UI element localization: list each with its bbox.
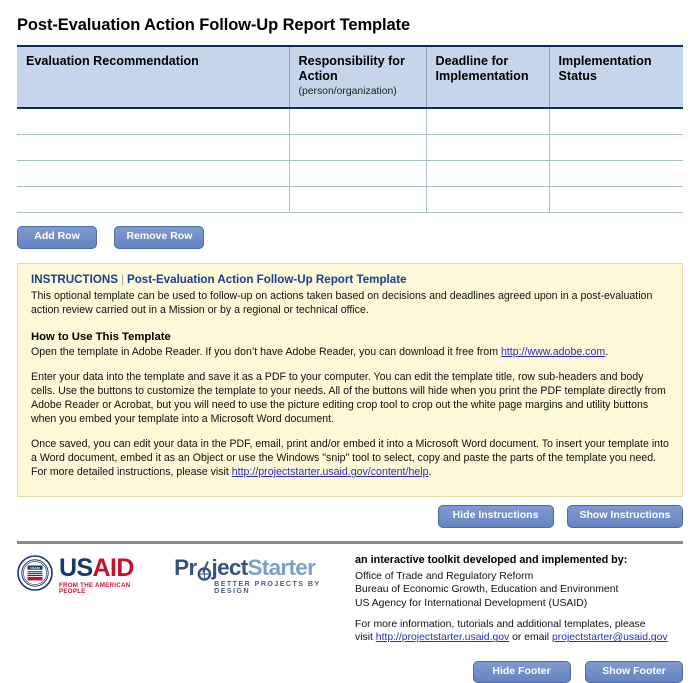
show-instructions-button[interactable]: Show Instructions (567, 505, 683, 528)
template-page: Post-Evaluation Action Follow-Up Report … (0, 0, 700, 683)
table-row (17, 160, 683, 187)
cell-deadline[interactable] (425, 107, 549, 135)
row-controls: Add Row Remove Row (17, 213, 683, 263)
cell-evaluation-recommendation[interactable] (17, 134, 289, 161)
usaid-logo: USAID USAID FROM THE AMERICAN PEOPLE (17, 554, 149, 596)
cell-deadline[interactable] (425, 134, 549, 161)
recommendations-table: Evaluation Recommendation Responsibility… (17, 45, 683, 213)
help-link[interactable]: http://projectstarter.usaid.gov/content/… (232, 466, 429, 478)
table-body (17, 107, 683, 213)
paragraph-3-end: . (428, 466, 432, 479)
usaid-tagline: FROM THE AMERICAN PEOPLE (59, 581, 131, 595)
instructions-label: INSTRUCTIONS (31, 272, 118, 286)
column-header-deadline-for-implementation[interactable]: Deadline for Implementation (425, 45, 549, 109)
column-header-sublabel: (person/organization) (298, 85, 397, 97)
instructions-intro: This optional template can be used to fo… (31, 289, 653, 316)
cell-responsibility[interactable] (288, 107, 426, 135)
visit-prefix: visit (355, 632, 376, 644)
usaid-wordmark: USAID FROM THE AMERICAN PEOPLE (53, 554, 149, 595)
footer-heading: an interactive toolkit developed and imp… (355, 553, 628, 566)
projectstarter-email-link[interactable]: projectstarter@usaid.gov (552, 632, 668, 643)
cell-responsibility[interactable] (288, 186, 426, 213)
cell-status[interactable] (548, 186, 683, 213)
footer-text: an interactive toolkit developed and imp… (347, 553, 683, 645)
column-header-responsibility-for-action[interactable]: Responsibility for Action (person/organi… (288, 45, 426, 109)
footer-divider (17, 540, 683, 544)
table-row (17, 134, 683, 161)
instructions-paragraph-1: Open the template in Adobe Reader. If yo… (31, 346, 669, 364)
paragraph-1-end: . (605, 346, 609, 359)
cell-status[interactable] (548, 134, 683, 161)
footer-org-line: US Agency for International Development … (355, 597, 588, 609)
footer-controls: Hide Footer Show Footer (17, 645, 683, 683)
cell-evaluation-recommendation[interactable] (17, 107, 289, 135)
projectstarter-url-link[interactable]: http://projectstarter.usaid.gov (376, 632, 509, 643)
adobe-link[interactable]: http://www.adobe.com (501, 346, 605, 358)
table-row (17, 186, 683, 213)
instructions-heading: INSTRUCTIONS | Post-Evaluation Action Foll… (31, 273, 669, 290)
table-row (17, 107, 683, 135)
column-header-label: Responsibility for Action (298, 54, 405, 83)
instructions-controls: Hide Instructions Show Instructions (17, 497, 683, 534)
cell-status[interactable] (548, 160, 683, 187)
footer-org-line: Office of Trade and Regulatory Reform (355, 570, 534, 582)
how-to-heading: How to Use This Template (31, 331, 171, 344)
usaid-seal-icon: USAID (17, 554, 53, 596)
cell-evaluation-recommendation[interactable] (17, 186, 289, 213)
usaid-wordmark-text: USAID (59, 554, 134, 582)
or-email-text: or email (509, 632, 552, 644)
column-header-label: Deadline for Implementation (435, 54, 529, 83)
footer-org-line: Bureau of Economic Growth, Education and… (355, 584, 619, 596)
footer-contact-line-2: visit http://projectstarter.usaid.gov or… (355, 631, 683, 644)
ps-word-pr: Pr (174, 554, 197, 580)
column-header-label: Implementation Status (558, 54, 652, 83)
hide-instructions-button[interactable]: Hide Instructions (437, 505, 554, 528)
footer-contact-line-1: For more information, tutorials and addi… (355, 619, 646, 631)
recommendations-table-wrapper: Evaluation Recommendation Responsibility… (17, 45, 683, 213)
hide-footer-button[interactable]: Hide Footer (472, 660, 571, 683)
add-row-button[interactable]: Add Row (17, 225, 97, 249)
usaid-word-aid: AID (92, 553, 135, 582)
footer-logos: USAID USAID FROM THE AMERICAN PEOPLE Pr j… (17, 553, 347, 596)
column-header-label: Evaluation Recommendation (26, 54, 199, 68)
page-title: Post-Evaluation Action Follow-Up Report … (17, 16, 411, 34)
column-header-evaluation-recommendation[interactable]: Evaluation Recommendation (17, 45, 289, 109)
remove-row-button[interactable]: Remove Row (114, 225, 205, 249)
instructions-paragraph-3: Once saved, you can edit your data in th… (31, 438, 669, 484)
cell-deadline[interactable] (425, 186, 549, 213)
ps-word-starter: Starter (247, 554, 316, 580)
table-header-row: Evaluation Recommendation Responsibility… (17, 45, 683, 109)
instructions-paragraph-2: Enter your data into the template and sa… (31, 371, 666, 426)
projectstarter-wordmark: Pr jectStarter (174, 554, 347, 581)
footer: USAID USAID FROM THE AMERICAN PEOPLE Pr j… (17, 553, 683, 645)
cell-responsibility[interactable] (288, 160, 426, 187)
cell-status[interactable] (548, 107, 683, 135)
cell-responsibility[interactable] (288, 134, 426, 161)
paragraph-1-text: Open the template in Adobe Reader. If yo… (31, 346, 501, 359)
projectstarter-logo: Pr jectStarter BETTER PROJECTS BY DESIGN (149, 555, 347, 596)
show-footer-button[interactable]: Show Footer (585, 660, 683, 683)
cell-deadline[interactable] (425, 160, 549, 187)
usaid-word-us: US (59, 553, 93, 582)
cell-evaluation-recommendation[interactable] (17, 160, 289, 187)
table-header: Evaluation Recommendation Responsibility… (17, 45, 683, 109)
column-header-implementation-status[interactable]: Implementation Status (548, 45, 683, 109)
instructions-heading-title: Post-Evaluation Action Follow-Up Report … (126, 272, 407, 286)
ps-word-ject: ject (211, 554, 249, 580)
instructions-panel: INSTRUCTIONS | Post-Evaluation Action Foll… (17, 262, 683, 498)
instructions-heading-divider: | (120, 272, 124, 286)
svg-text:USAID: USAID (30, 566, 40, 570)
